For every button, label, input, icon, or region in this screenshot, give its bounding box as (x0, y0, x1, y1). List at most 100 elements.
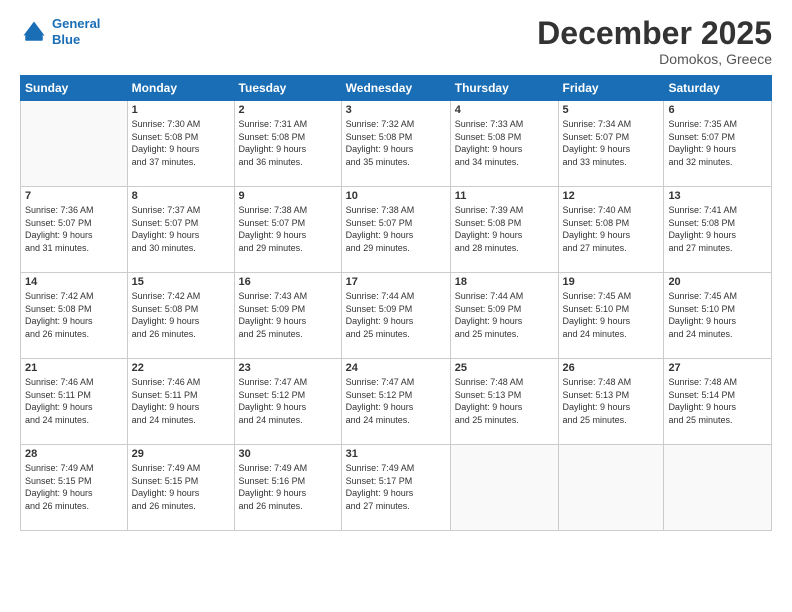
day-number: 23 (239, 362, 337, 374)
day-number: 2 (239, 104, 337, 116)
calendar-day-cell: 25 Sunrise: 7:48 AM Sunset: 5:13 PM Dayli… (450, 359, 558, 445)
calendar-day-cell: 23 Sunrise: 7:47 AM Sunset: 5:12 PM Dayli… (234, 359, 341, 445)
calendar-day-cell: 29 Sunrise: 7:49 AM Sunset: 5:15 PM Dayli… (127, 445, 234, 531)
calendar-week-row: 7 Sunrise: 7:36 AM Sunset: 5:07 PM Daylig… (21, 187, 772, 273)
day-info: Sunrise: 7:38 AM Sunset: 5:07 PM Dayligh… (346, 204, 446, 254)
calendar-table: SundayMondayTuesdayWednesdayThursdayFrid… (20, 75, 772, 531)
calendar-day-cell: 26 Sunrise: 7:48 AM Sunset: 5:13 PM Dayli… (558, 359, 664, 445)
day-info: Sunrise: 7:49 AM Sunset: 5:15 PM Dayligh… (132, 462, 230, 512)
calendar-day-cell: 4Sunrise: 7:33 AM Sunset: 5:08 PM Daylig… (450, 101, 558, 187)
day-info: Sunrise: 7:37 AM Sunset: 5:07 PM Dayligh… (132, 204, 230, 254)
calendar-day-cell: 19 Sunrise: 7:45 AM Sunset: 5:10 PM Dayli… (558, 273, 664, 359)
day-number: 18 (455, 276, 554, 288)
calendar-week-row: 21 Sunrise: 7:46 AM Sunset: 5:11 PM Dayli… (21, 359, 772, 445)
day-number: 27 (668, 362, 767, 374)
day-number: 14 (25, 276, 123, 288)
day-number: 15 (132, 276, 230, 288)
calendar-day-cell: 9Sunrise: 7:38 AM Sunset: 5:07 PM Daylig… (234, 187, 341, 273)
day-info: Sunrise: 7:34 AM Sunset: 5:07 PM Dayligh… (563, 118, 660, 168)
day-info: Sunrise: 7:39 AM Sunset: 5:08 PM Dayligh… (455, 204, 554, 254)
day-number: 1 (132, 104, 230, 116)
title-block: December 2025 Domokos, Greece (537, 16, 772, 67)
calendar-day-cell: 1Sunrise: 7:30 AM Sunset: 5:08 PM Daylig… (127, 101, 234, 187)
day-number: 19 (563, 276, 660, 288)
day-info: Sunrise: 7:33 AM Sunset: 5:08 PM Dayligh… (455, 118, 554, 168)
day-number: 31 (346, 448, 446, 460)
calendar-day-cell: 15 Sunrise: 7:42 AM Sunset: 5:08 PM Dayli… (127, 273, 234, 359)
day-info: Sunrise: 7:46 AM Sunset: 5:11 PM Dayligh… (25, 376, 123, 426)
day-info: Sunrise: 7:45 AM Sunset: 5:10 PM Dayligh… (668, 290, 767, 340)
day-number: 3 (346, 104, 446, 116)
calendar-day-cell: 3Sunrise: 7:32 AM Sunset: 5:08 PM Daylig… (341, 101, 450, 187)
day-info: Sunrise: 7:42 AM Sunset: 5:08 PM Dayligh… (132, 290, 230, 340)
day-info: Sunrise: 7:38 AM Sunset: 5:07 PM Dayligh… (239, 204, 337, 254)
day-number: 26 (563, 362, 660, 374)
day-info: Sunrise: 7:44 AM Sunset: 5:09 PM Dayligh… (455, 290, 554, 340)
calendar-day-cell: 7 Sunrise: 7:36 AM Sunset: 5:07 PM Daylig… (21, 187, 128, 273)
logo-line1: General (52, 16, 100, 31)
day-info: Sunrise: 7:48 AM Sunset: 5:14 PM Dayligh… (668, 376, 767, 426)
calendar-header-cell: Monday (127, 76, 234, 101)
calendar-day-cell: 12 Sunrise: 7:40 AM Sunset: 5:08 PM Dayli… (558, 187, 664, 273)
logo-icon (20, 18, 48, 46)
day-number: 5 (563, 104, 660, 116)
day-number: 21 (25, 362, 123, 374)
day-number: 6 (668, 104, 767, 116)
calendar-header-cell: Saturday (664, 76, 772, 101)
day-info: Sunrise: 7:47 AM Sunset: 5:12 PM Dayligh… (239, 376, 337, 426)
day-number: 29 (132, 448, 230, 460)
calendar-day-cell: 10 Sunrise: 7:38 AM Sunset: 5:07 PM Dayli… (341, 187, 450, 273)
calendar-header-cell: Tuesday (234, 76, 341, 101)
calendar-day-cell: 13 Sunrise: 7:41 AM Sunset: 5:08 PM Dayli… (664, 187, 772, 273)
calendar-day-cell: 24Sunrise: 7:47 AM Sunset: 5:12 PM Dayli… (341, 359, 450, 445)
calendar-day-cell: 2Sunrise: 7:31 AM Sunset: 5:08 PM Daylig… (234, 101, 341, 187)
calendar-day-cell: 27 Sunrise: 7:48 AM Sunset: 5:14 PM Dayli… (664, 359, 772, 445)
logo-text: General Blue (52, 16, 100, 47)
day-number: 17 (346, 276, 446, 288)
day-info: Sunrise: 7:36 AM Sunset: 5:07 PM Dayligh… (25, 204, 123, 254)
day-info: Sunrise: 7:35 AM Sunset: 5:07 PM Dayligh… (668, 118, 767, 168)
calendar-header-cell: Friday (558, 76, 664, 101)
calendar-day-cell: 8Sunrise: 7:37 AM Sunset: 5:07 PM Daylig… (127, 187, 234, 273)
calendar-day-cell: 20Sunrise: 7:45 AM Sunset: 5:10 PM Dayli… (664, 273, 772, 359)
day-info: Sunrise: 7:47 AM Sunset: 5:12 PM Dayligh… (346, 376, 446, 426)
day-number: 25 (455, 362, 554, 374)
calendar-day-cell (21, 101, 128, 187)
calendar-day-cell: 17 Sunrise: 7:44 AM Sunset: 5:09 PM Dayli… (341, 273, 450, 359)
page: General Blue December 2025 Domokos, Gree… (0, 0, 792, 612)
calendar-day-cell: 14 Sunrise: 7:42 AM Sunset: 5:08 PM Dayli… (21, 273, 128, 359)
day-info: Sunrise: 7:49 AM Sunset: 5:17 PM Dayligh… (346, 462, 446, 512)
day-info: Sunrise: 7:42 AM Sunset: 5:08 PM Dayligh… (25, 290, 123, 340)
calendar-day-cell: 30 Sunrise: 7:49 AM Sunset: 5:16 PM Dayli… (234, 445, 341, 531)
calendar-header-cell: Sunday (21, 76, 128, 101)
day-number: 10 (346, 190, 446, 202)
day-info: Sunrise: 7:45 AM Sunset: 5:10 PM Dayligh… (563, 290, 660, 340)
calendar-week-row: 1Sunrise: 7:30 AM Sunset: 5:08 PM Daylig… (21, 101, 772, 187)
day-number: 12 (563, 190, 660, 202)
day-number: 16 (239, 276, 337, 288)
calendar-day-cell: 28Sunrise: 7:49 AM Sunset: 5:15 PM Dayli… (21, 445, 128, 531)
day-number: 7 (25, 190, 123, 202)
calendar-header-cell: Wednesday (341, 76, 450, 101)
day-info: Sunrise: 7:43 AM Sunset: 5:09 PM Dayligh… (239, 290, 337, 340)
day-info: Sunrise: 7:40 AM Sunset: 5:08 PM Dayligh… (563, 204, 660, 254)
calendar-week-row: 14 Sunrise: 7:42 AM Sunset: 5:08 PM Dayli… (21, 273, 772, 359)
logo: General Blue (20, 16, 100, 47)
day-number: 30 (239, 448, 337, 460)
calendar-day-cell: 22 Sunrise: 7:46 AM Sunset: 5:11 PM Dayli… (127, 359, 234, 445)
logo-line2: Blue (52, 32, 100, 48)
day-info: Sunrise: 7:48 AM Sunset: 5:13 PM Dayligh… (455, 376, 554, 426)
day-info: Sunrise: 7:48 AM Sunset: 5:13 PM Dayligh… (563, 376, 660, 426)
day-info: Sunrise: 7:41 AM Sunset: 5:08 PM Dayligh… (668, 204, 767, 254)
day-number: 13 (668, 190, 767, 202)
calendar-day-cell (558, 445, 664, 531)
main-title: December 2025 (537, 16, 772, 51)
day-info: Sunrise: 7:49 AM Sunset: 5:16 PM Dayligh… (239, 462, 337, 512)
day-info: Sunrise: 7:46 AM Sunset: 5:11 PM Dayligh… (132, 376, 230, 426)
day-number: 22 (132, 362, 230, 374)
day-info: Sunrise: 7:44 AM Sunset: 5:09 PM Dayligh… (346, 290, 446, 340)
calendar-week-row: 28Sunrise: 7:49 AM Sunset: 5:15 PM Dayli… (21, 445, 772, 531)
day-number: 11 (455, 190, 554, 202)
calendar-day-cell: 6 Sunrise: 7:35 AM Sunset: 5:07 PM Daylig… (664, 101, 772, 187)
calendar-header-cell: Thursday (450, 76, 558, 101)
